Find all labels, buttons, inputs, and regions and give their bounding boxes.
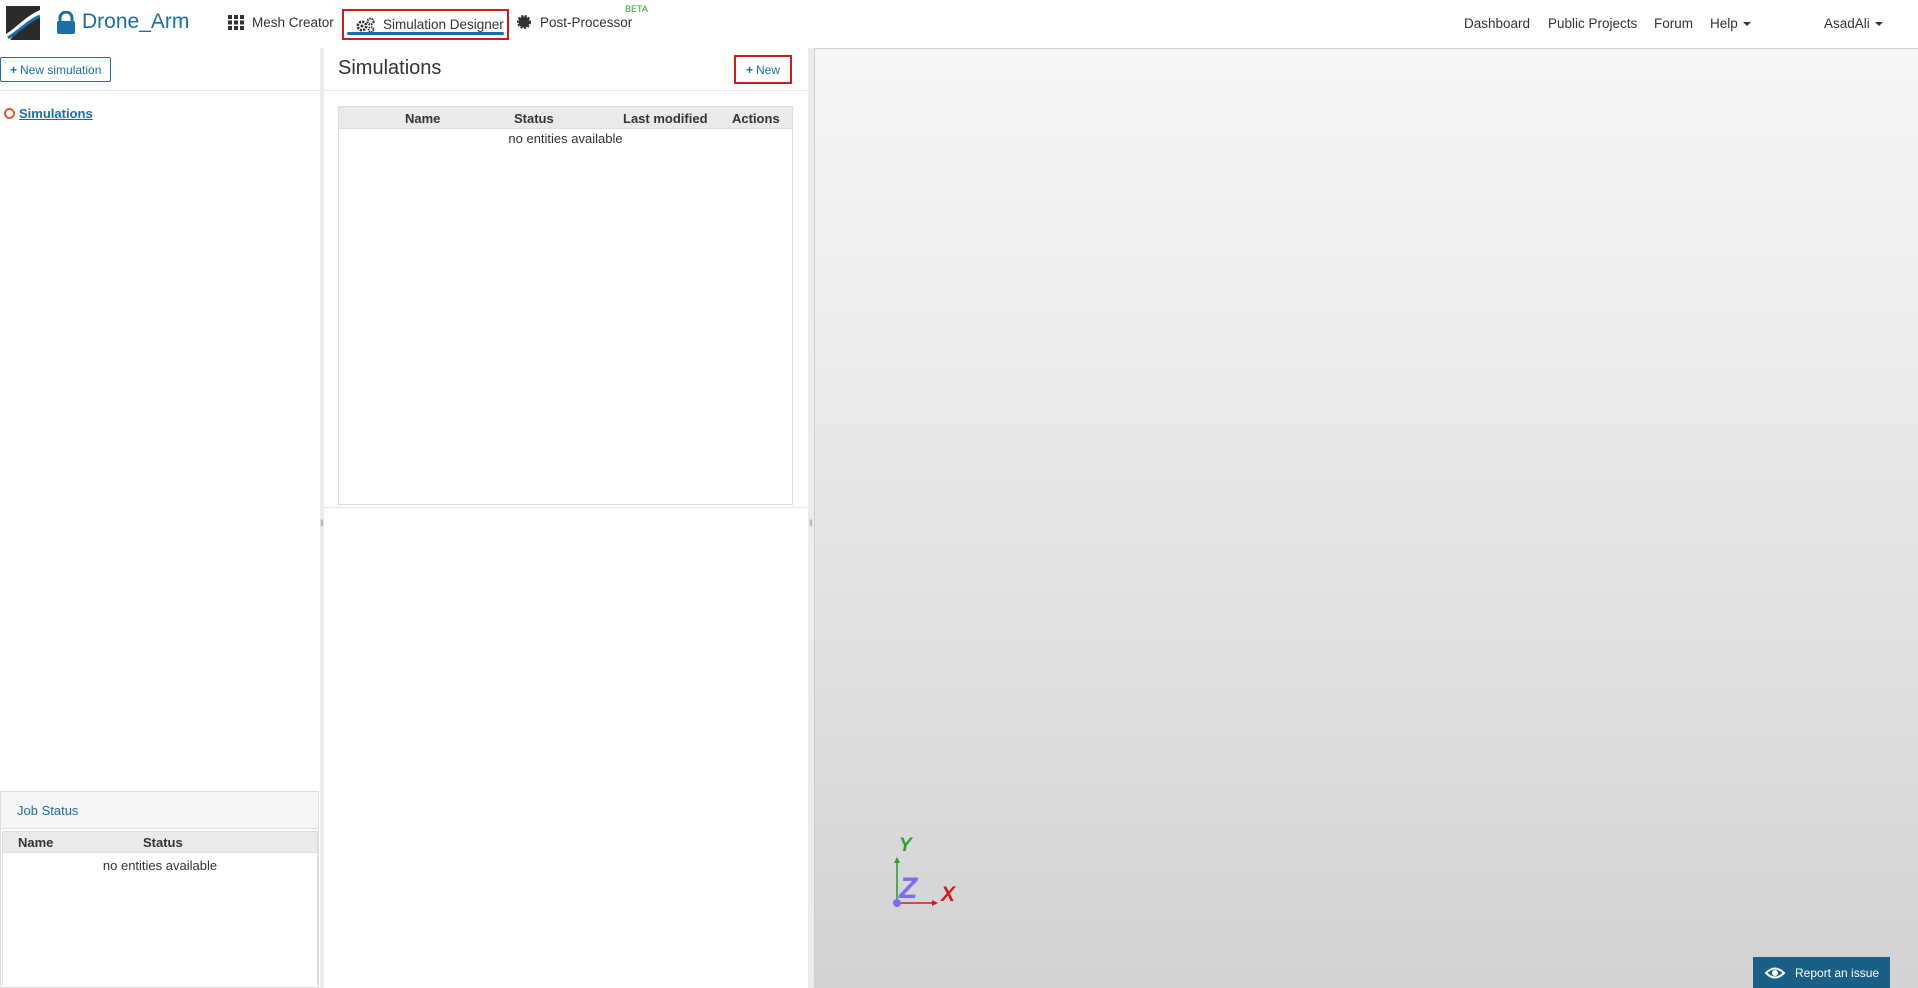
- username-label: AsadAli: [1824, 15, 1870, 31]
- column-header-actions: Actions: [732, 111, 780, 126]
- gear-icon: [517, 15, 531, 29]
- nav-dashboard-link[interactable]: Dashboard: [1464, 0, 1530, 46]
- project-title[interactable]: Drone_Arm: [82, 10, 189, 34]
- gears-icon: [356, 17, 375, 33]
- nav-forum-link[interactable]: Forum: [1654, 0, 1693, 46]
- tab-label: Mesh Creator: [252, 14, 334, 30]
- simulations-panel: Simulations + New Name Status Last modif…: [324, 48, 808, 988]
- axes-triad-icon: Y Z X: [893, 835, 957, 907]
- grip-icon: ‖: [809, 518, 813, 528]
- job-status-panel: Job Status Name Status no entities avail…: [0, 791, 319, 988]
- lock-icon: [57, 11, 75, 34]
- axis-label-z: Z: [898, 872, 919, 905]
- divider: [324, 507, 808, 508]
- status-circle-icon: [4, 108, 15, 119]
- caret-down-icon: [1742, 22, 1751, 26]
- 3d-viewport[interactable]: Y Z X: [814, 48, 1918, 988]
- axis-label-y: Y: [899, 835, 914, 856]
- divider: [0, 90, 320, 91]
- caret-down-icon: [1874, 22, 1883, 26]
- nav-help-dropdown[interactable]: Help: [1710, 0, 1751, 46]
- axis-label-x: X: [940, 883, 957, 906]
- help-label: Help: [1710, 15, 1738, 31]
- tab-label: Post-Processor: [540, 14, 633, 30]
- empty-message: no entities available: [508, 131, 623, 146]
- nav-public-projects-link[interactable]: Public Projects: [1548, 0, 1637, 46]
- beta-badge: BETA: [625, 4, 648, 14]
- new-button-label: New: [756, 62, 781, 77]
- simulations-table: Name Status Last modified Actions no ent…: [338, 106, 793, 505]
- plus-icon: +: [745, 62, 753, 77]
- tab-label: Simulation Designer: [383, 17, 504, 32]
- column-header-last-modified[interactable]: Last modified: [623, 111, 708, 126]
- tree-item-label: Simulations: [19, 106, 93, 121]
- top-navbar: Drone_Arm Mesh Creator Simulation Design…: [0, 0, 1918, 46]
- column-header-name[interactable]: Name: [405, 111, 440, 126]
- tab-simulation-designer[interactable]: Simulation Designer: [342, 9, 509, 40]
- camera-eye-icon: [1764, 967, 1786, 978]
- plus-icon: +: [10, 62, 18, 77]
- new-simulation-label: New simulation: [20, 62, 102, 77]
- table-body-border: [2, 853, 318, 985]
- tab-mesh-creator[interactable]: Mesh Creator: [228, 0, 334, 44]
- grid-icon: [228, 14, 244, 30]
- report-issue-label: Report an issue: [1795, 965, 1880, 980]
- new-simulation-button[interactable]: + New simulation: [0, 57, 112, 82]
- table-header: Name Status Last modified Actions: [339, 107, 792, 129]
- panel-title: Simulations: [338, 57, 442, 79]
- column-header-name[interactable]: Name: [18, 835, 53, 850]
- tab-post-processor[interactable]: Post-Processor: [516, 0, 632, 44]
- column-header-status[interactable]: Status: [143, 835, 183, 850]
- column-header-status[interactable]: Status: [514, 111, 554, 126]
- divider: [324, 90, 808, 91]
- new-button[interactable]: + New: [734, 55, 792, 84]
- table-header: Name Status: [2, 831, 318, 853]
- user-menu-dropdown[interactable]: AsadAli: [1824, 0, 1883, 46]
- job-status-title[interactable]: Job Status: [1, 792, 318, 829]
- active-tab-indicator: [347, 32, 504, 35]
- tree-item-simulations[interactable]: Simulations: [4, 106, 93, 121]
- simscale-logo-icon[interactable]: [6, 6, 40, 40]
- report-issue-button[interactable]: Report an issue: [1753, 957, 1890, 988]
